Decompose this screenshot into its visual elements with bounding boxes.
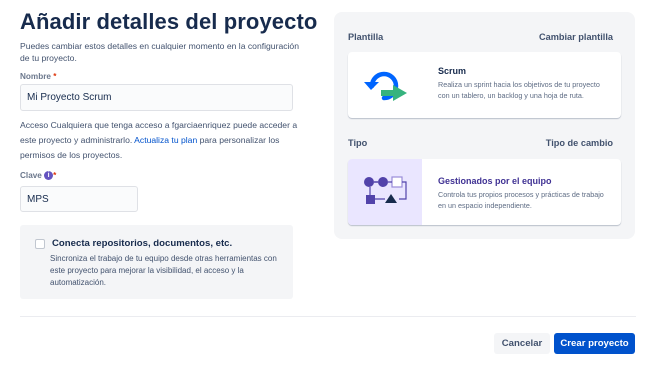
- access-label: Acceso: [20, 120, 49, 130]
- project-key-input[interactable]: MPS: [20, 186, 138, 212]
- connect-panel: Conecta repositorios, documentos, etc. S…: [20, 225, 293, 299]
- change-template-button[interactable]: Cambiar plantilla: [539, 32, 613, 42]
- required-mark: *: [53, 171, 57, 180]
- team-managed-card[interactable]: Gestionados por el equipo Controla tus p…: [348, 159, 621, 225]
- template-heading: Plantilla: [348, 32, 384, 42]
- upgrade-plan-link[interactable]: Actualiza tu plan: [134, 135, 197, 145]
- team-managed-illustration: [348, 159, 422, 225]
- project-key-value: MPS: [27, 193, 49, 205]
- create-project-button[interactable]: Crear proyecto: [554, 333, 635, 354]
- scrum-template-card[interactable]: Scrum Realiza un sprint hacia los objeti…: [348, 52, 621, 118]
- project-name-input[interactable]: Mi Proyecto Scrum: [20, 84, 293, 111]
- info-icon[interactable]: i: [44, 171, 54, 181]
- cancel-button[interactable]: Cancelar: [494, 333, 550, 354]
- key-label-text: Clave: [20, 171, 42, 180]
- project-name-value: Mi Proyecto Scrum: [27, 92, 112, 103]
- access-text: Acceso Cualquiera que tenga acceso a fga…: [20, 118, 298, 163]
- change-type-button[interactable]: Tipo de cambio: [546, 138, 613, 148]
- type-heading: Tipo: [348, 138, 368, 148]
- required-mark: *: [53, 72, 57, 81]
- scrum-card-title: Scrum: [438, 66, 467, 76]
- scrum-card-description: Realiza un sprint hacia los objetivos de…: [438, 80, 600, 100]
- team-managed-title: Gestionados por el equipo: [438, 176, 552, 186]
- name-label-text: Nombre: [20, 72, 51, 81]
- key-label: Clave i *: [20, 171, 57, 181]
- team-managed-description: Controla tus propios procesos y práctica…: [438, 190, 604, 210]
- page-subtitle: Puedes cambiar estos detalles en cualqui…: [20, 41, 299, 63]
- connect-title: Conecta repositorios, documentos, etc.: [52, 238, 233, 249]
- page-title: Añadir detalles del proyecto: [20, 9, 318, 34]
- scrum-illustration: [348, 52, 422, 118]
- connect-description: Sincroniza el trabajo de tu equipo desde…: [50, 254, 277, 287]
- footer-divider: [20, 316, 636, 317]
- connect-checkbox[interactable]: [35, 239, 45, 249]
- template-type-panel: Plantilla Cambiar plantilla Scrum Realiz…: [334, 12, 635, 239]
- name-label: Nombre *: [20, 72, 56, 81]
